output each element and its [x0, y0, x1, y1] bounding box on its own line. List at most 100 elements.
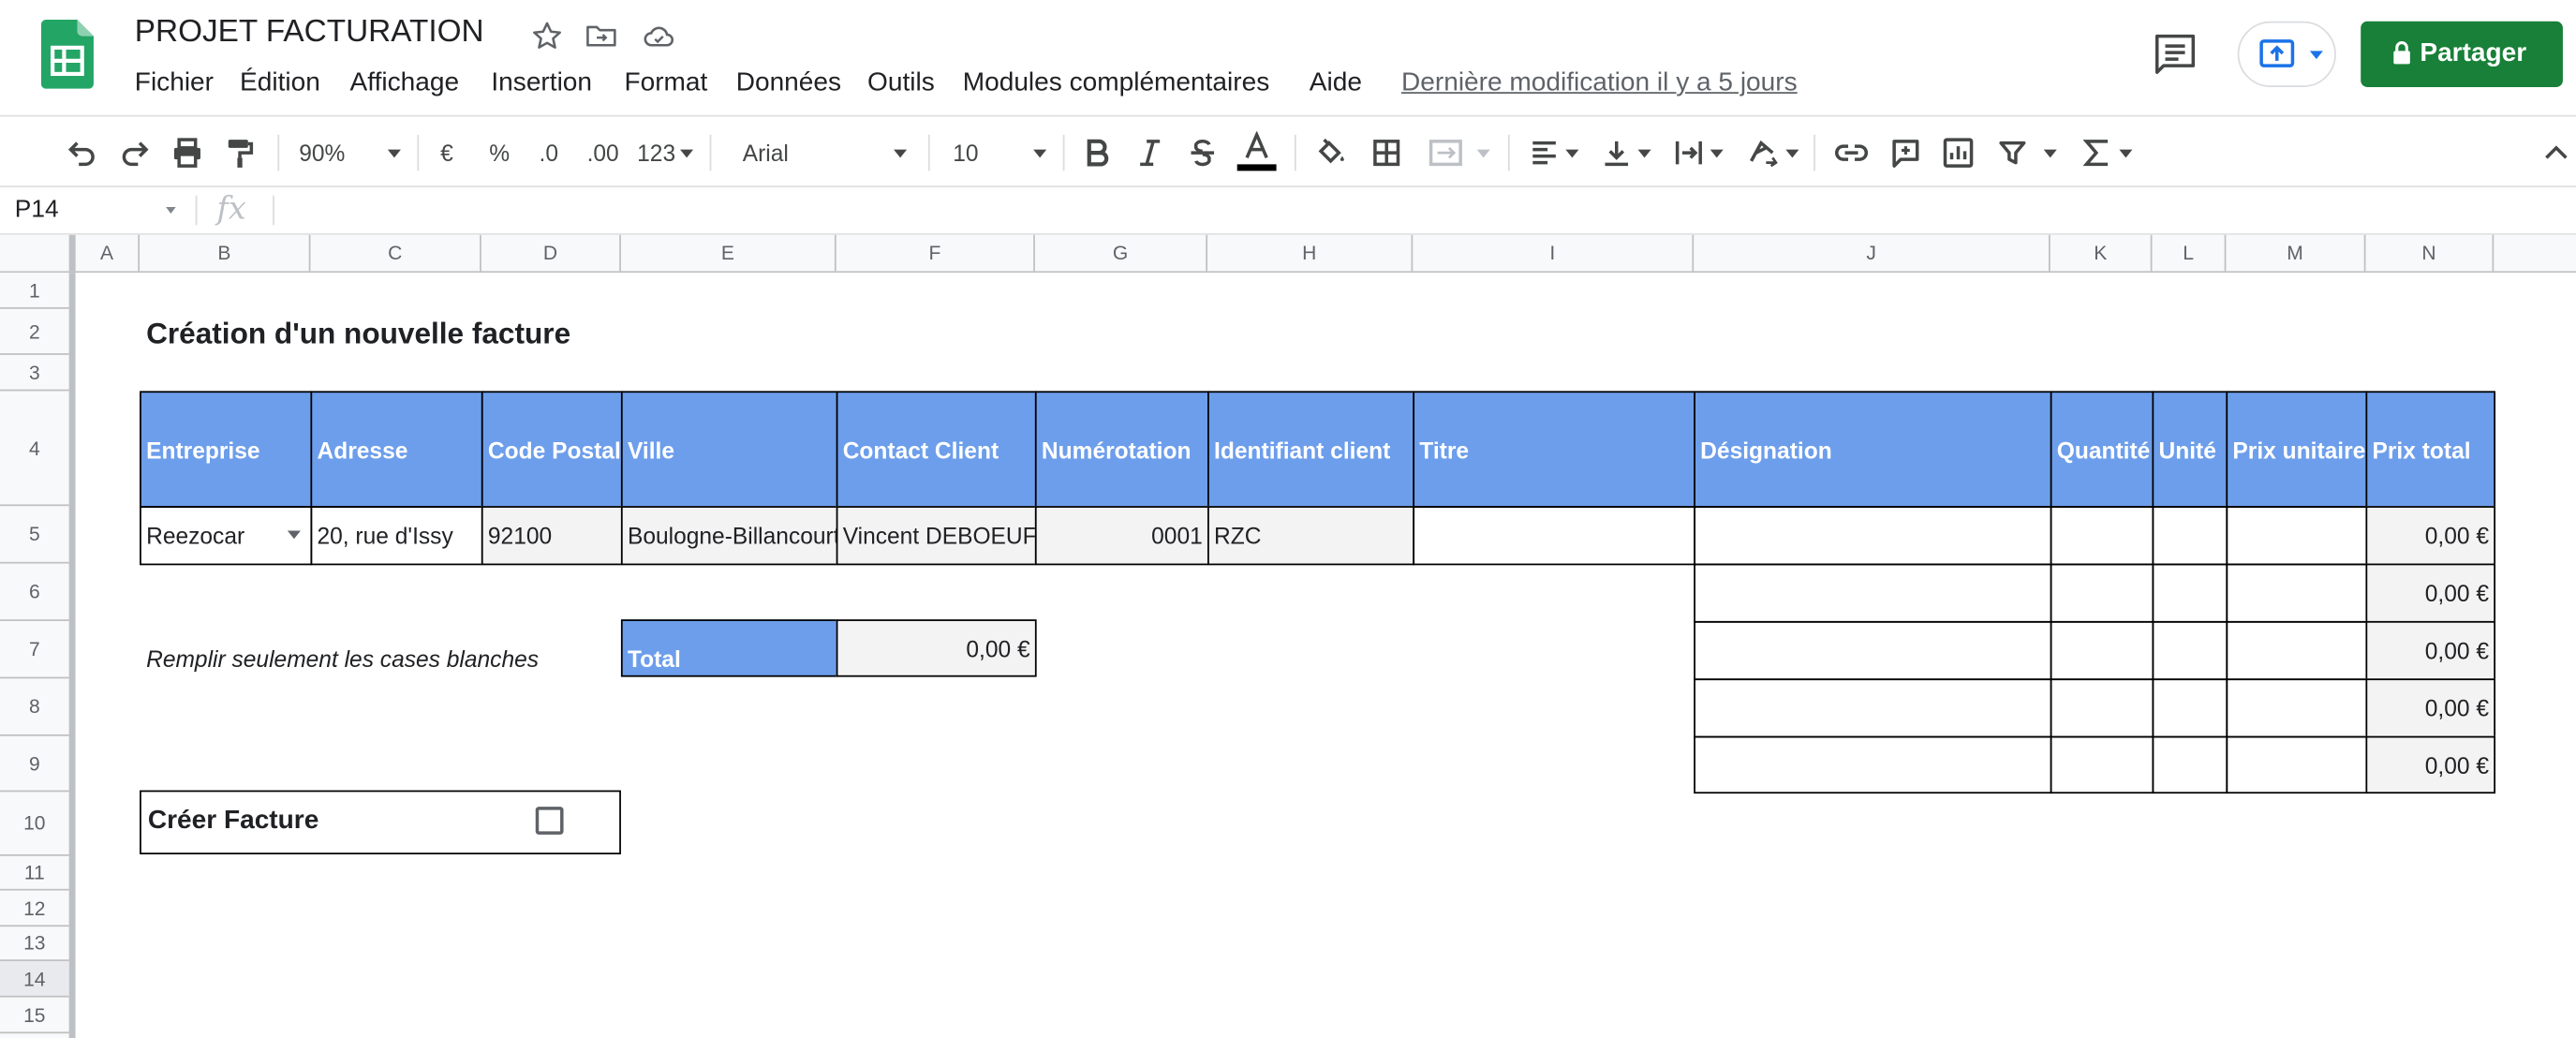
italic-button[interactable] — [1131, 117, 1170, 189]
header-prix-unitaire[interactable]: Prix unitaire — [2226, 391, 2368, 508]
insert-link-button[interactable] — [1830, 117, 1873, 189]
name-box[interactable]: P14 — [0, 187, 187, 233]
print-button[interactable] — [164, 117, 210, 189]
column-header-f[interactable]: F — [836, 234, 1035, 272]
functions-button[interactable] — [2077, 117, 2139, 189]
text-rotation-button[interactable] — [1741, 117, 1804, 189]
select-all-corner[interactable] — [0, 234, 76, 272]
total-value[interactable]: 0,00 € — [836, 619, 1037, 677]
font-select[interactable]: Arial — [743, 117, 908, 189]
menu-affichage[interactable]: Affichage — [350, 69, 459, 99]
cell-quantite[interactable] — [2050, 563, 2154, 623]
cell-designation[interactable] — [1694, 735, 2052, 794]
header-code-postal[interactable]: Code Postal — [481, 391, 623, 508]
create-invoice-cell[interactable]: Créer Facture — [140, 790, 621, 854]
cell-prix-unitaire[interactable] — [2226, 678, 2368, 738]
instruction-note[interactable]: Remplir seulement les cases blanches — [146, 645, 539, 672]
cell-prix-total[interactable]: 0,00 € — [2365, 620, 2496, 681]
cell-numerotation[interactable]: 0001 — [1034, 506, 1209, 566]
font-size-select[interactable]: 10 — [953, 117, 1047, 189]
cell-titre[interactable] — [1413, 506, 1695, 566]
present-dropdown-caret-icon[interactable] — [2309, 51, 2323, 60]
cell-contact-client[interactable]: Vincent DEBOEUF — [836, 506, 1037, 566]
cell-designation[interactable] — [1694, 678, 2052, 738]
row-header-8[interactable]: 8 — [0, 678, 69, 736]
row-header-14[interactable]: 14 — [0, 960, 69, 998]
cell-quantite[interactable] — [2050, 678, 2154, 738]
cell-unite[interactable] — [2152, 678, 2228, 738]
document-title[interactable]: PROJET FACTURATION — [135, 15, 484, 52]
text-color-button[interactable] — [1236, 117, 1279, 189]
cell-prix-total[interactable]: 0,00 € — [2365, 678, 2496, 738]
total-label[interactable]: Total — [620, 619, 838, 677]
redo-button[interactable] — [111, 117, 157, 189]
create-invoice-checkbox[interactable] — [535, 807, 564, 835]
zoom-select[interactable]: 90% — [299, 117, 401, 189]
cell-unite[interactable] — [2152, 506, 2228, 566]
menu-outils[interactable]: Outils — [867, 69, 935, 99]
header-ville[interactable]: Ville — [620, 391, 838, 508]
cell-identifiant-client[interactable]: RZC — [1207, 506, 1415, 566]
header-entreprise[interactable]: Entreprise — [140, 391, 313, 508]
cell-prix-unitaire[interactable] — [2226, 735, 2368, 794]
row-header-1[interactable]: 1 — [0, 273, 69, 309]
menu-insertion[interactable]: Insertion — [491, 69, 592, 99]
insert-comment-button[interactable] — [1885, 117, 1928, 189]
bold-button[interactable] — [1077, 117, 1117, 189]
column-header-m[interactable]: M — [2226, 234, 2366, 272]
header-adresse[interactable]: Adresse — [310, 391, 483, 508]
last-modified-link[interactable]: Dernière modification il y a 5 jours — [1401, 69, 1798, 99]
column-header-c[interactable]: C — [310, 234, 481, 272]
cell-prix-unitaire[interactable] — [2226, 563, 2368, 623]
row-header-9[interactable]: 9 — [0, 736, 69, 793]
dropdown-caret-icon[interactable] — [287, 530, 301, 540]
paint-format-button[interactable] — [217, 117, 263, 189]
header-quantite[interactable]: Quantité — [2050, 391, 2154, 508]
cell-prix-total[interactable]: 0,00 € — [2365, 506, 2496, 566]
menu-aide[interactable]: Aide — [1310, 69, 1362, 99]
column-header-j[interactable]: J — [1694, 234, 2050, 272]
row-header-11[interactable]: 11 — [0, 856, 69, 891]
present-button[interactable] — [2237, 21, 2336, 87]
percent-button[interactable]: % — [483, 117, 516, 189]
insert-chart-button[interactable] — [1937, 117, 1980, 189]
star-icon[interactable] — [529, 18, 566, 54]
cell-unite[interactable] — [2152, 563, 2228, 623]
text-wrapping-button[interactable] — [1669, 117, 1728, 189]
number-format-select[interactable]: 123 — [634, 117, 697, 189]
filter-button[interactable] — [1991, 117, 2064, 189]
row-header-6[interactable]: 6 — [0, 564, 69, 621]
column-header-l[interactable]: L — [2152, 234, 2227, 272]
header-unite[interactable]: Unité — [2152, 391, 2228, 508]
cell-entreprise-dropdown[interactable]: Reezocar — [140, 506, 313, 566]
row-header-10[interactable]: 10 — [0, 792, 69, 856]
cell-prix-total[interactable]: 0,00 € — [2365, 563, 2496, 623]
header-titre[interactable]: Titre — [1413, 391, 1695, 508]
sheet-grid[interactable]: Création d'un nouvelle facture Entrepris… — [75, 273, 2576, 1038]
cell-designation[interactable] — [1694, 563, 2052, 623]
vertical-align-button[interactable] — [1597, 117, 1656, 189]
menu-donnees[interactable]: Données — [736, 69, 841, 99]
column-header-a[interactable]: A — [76, 234, 141, 272]
cell-unite[interactable] — [2152, 735, 2228, 794]
column-header-k[interactable]: K — [2050, 234, 2153, 272]
sheets-logo-icon[interactable] — [40, 20, 94, 89]
header-contact-client[interactable]: Contact Client — [836, 391, 1037, 508]
move-folder-icon[interactable] — [584, 18, 620, 54]
menu-modules[interactable]: Modules complémentaires — [963, 69, 1270, 99]
fill-color-button[interactable] — [1311, 117, 1351, 189]
column-header-n[interactable]: N — [2365, 234, 2495, 272]
cell-designation[interactable] — [1694, 506, 2052, 566]
row-header-13[interactable]: 13 — [0, 927, 69, 961]
strikethrough-button[interactable] — [1183, 117, 1222, 189]
header-designation[interactable]: Désignation — [1694, 391, 2052, 508]
row-header-4[interactable]: 4 — [0, 391, 69, 507]
borders-button[interactable] — [1367, 117, 1406, 189]
menu-format[interactable]: Format — [624, 69, 707, 99]
cell-prix-unitaire[interactable] — [2226, 620, 2368, 681]
comments-icon[interactable] — [2149, 31, 2201, 77]
row-header-5[interactable]: 5 — [0, 506, 69, 564]
currency-button[interactable]: € — [430, 117, 463, 189]
column-header-g[interactable]: G — [1035, 234, 1208, 272]
cell-adresse[interactable]: 20, rue d'Issy — [310, 506, 483, 566]
